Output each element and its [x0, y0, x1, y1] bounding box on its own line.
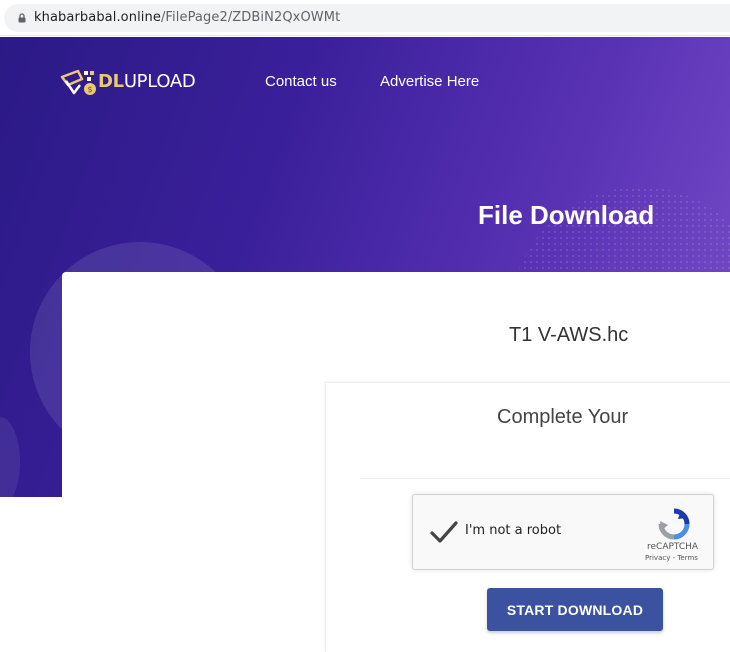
checkmark-icon[interactable] — [429, 517, 459, 547]
url-field[interactable]: khabarbabal.online/FilePage2/ZDBiN2QxOWM… — [4, 4, 730, 32]
privacy-link[interactable]: Privacy — [645, 554, 670, 562]
nav-advertise-here[interactable]: Advertise Here — [380, 73, 479, 90]
logo-mark-icon: $ — [60, 69, 96, 95]
recaptcha-logo-icon — [658, 508, 690, 540]
file-name: T1 V-AWS.hc — [509, 324, 629, 346]
terms-link[interactable]: Terms — [677, 554, 698, 562]
recaptcha-widget: I'm not a robot reCAPTCHA Privacy - Term… — [412, 494, 714, 570]
panel-title: Complete Your — [497, 406, 629, 428]
url-text: khabarbabal.online/FilePage2/ZDBiN2QxOWM… — [34, 10, 340, 25]
logo-text: DLUPLOAD — [98, 71, 196, 92]
url-host: khabarbabal.online — [34, 10, 161, 25]
recaptcha-brand: reCAPTCHA — [647, 542, 699, 552]
logo-text-accent: DL — [98, 71, 124, 92]
recaptcha-links: Privacy - Terms — [645, 554, 698, 562]
svg-text:$: $ — [87, 85, 92, 94]
logo-text-rest: UPLOAD — [123, 71, 196, 92]
page-title: File Download — [478, 200, 655, 230]
browser-address-bar: khabarbabal.online/FilePage2/ZDBiN2QxOWM… — [0, 0, 730, 36]
panel-divider — [360, 478, 730, 479]
captcha-label: I'm not a robot — [465, 523, 562, 538]
decorative-circle-small — [0, 417, 20, 507]
nav-contact-us[interactable]: Contact us — [265, 73, 337, 90]
url-path: /FilePage2/ZDBiN2QxOWMt — [160, 10, 341, 25]
site-logo[interactable]: $ DLUPLOAD — [60, 67, 210, 101]
lock-icon[interactable] — [17, 13, 27, 23]
start-download-button[interactable]: START DOWNLOAD — [487, 588, 663, 631]
page-background — [0, 497, 62, 641]
